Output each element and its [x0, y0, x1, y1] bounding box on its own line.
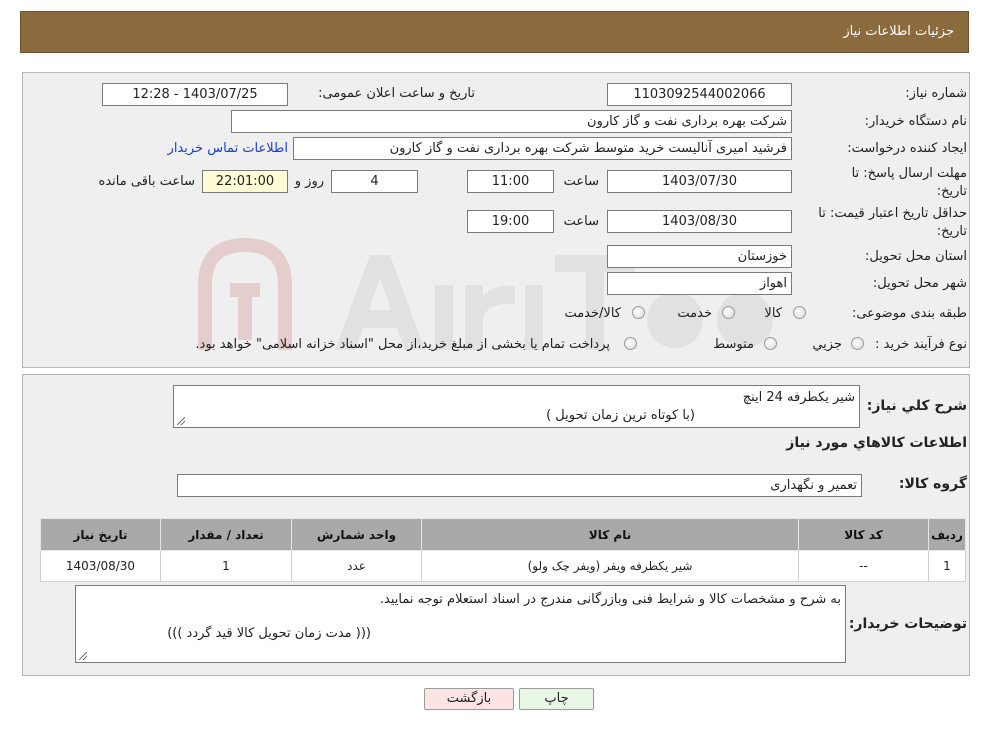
- process-medium-radio[interactable]: [764, 337, 777, 350]
- goods-group-field: تعمیر و نگهداری: [177, 474, 862, 497]
- price-validity-time-label: ساعت: [563, 214, 599, 229]
- col-unit: واحد شمارش: [291, 518, 422, 551]
- category-goods-service-label: کالا/خدمت: [564, 306, 621, 321]
- remaining-time-field: 22:01:00: [202, 170, 288, 193]
- cell-need-date: 1403/08/30: [40, 550, 161, 582]
- delivery-city-label: شهر محل تحویل:: [872, 276, 967, 291]
- deadline-date-field: 1403/07/30: [607, 170, 792, 193]
- purchase-process-label: نوع فرآیند خرید :: [875, 337, 967, 352]
- deadline-label: مهلت ارسال پاسخ: تا: [851, 166, 967, 181]
- announce-datetime-field: 1403/07/25 - 12:28: [102, 83, 288, 106]
- cell-unit: عدد: [291, 550, 422, 582]
- col-quantity: تعداد / مقدار: [160, 518, 292, 551]
- request-creator-field: فرشید امیری آنالیست خرید متوسط شرکت بهره…: [293, 137, 792, 160]
- buyer-org-label: نام دستگاه خریدار:: [864, 114, 967, 129]
- description-line-2: (با کوتاه ترین زمان تحویل ): [546, 408, 695, 423]
- required-goods-title: اطلاعات کالاهاي مورد نياز: [786, 435, 967, 451]
- general-description-label: شرح کلي نياز:: [866, 398, 967, 414]
- resize-grip-icon[interactable]: [177, 417, 185, 425]
- request-creator-label: ایجاد کننده درخواست:: [847, 141, 967, 156]
- price-validity-label-line2: تاریخ:: [936, 224, 967, 239]
- delivery-city-field: اهواز: [607, 272, 792, 295]
- process-minor-label: جزیي: [812, 337, 842, 352]
- treasury-payment-checkbox[interactable]: [624, 337, 637, 350]
- description-line-1: شیر یکطرفه 24 اینچ: [742, 390, 855, 405]
- table-row: 1 -- شیر یکطرفه ویفر (ویفر چک ولو) عدد 1…: [40, 550, 966, 582]
- col-goods-code: کد کالا: [798, 518, 929, 551]
- category-goods-radio[interactable]: [793, 306, 806, 319]
- process-medium-label: متوسط: [713, 337, 754, 352]
- buyer-notes-label: توضیحات خریدار:: [848, 616, 967, 632]
- goods-table: ردیف کد کالا نام کالا واحد شمارش تعداد /…: [40, 518, 966, 582]
- page-header: جزئیات اطلاعات نیاز: [20, 11, 969, 53]
- buyer-notes-line-1: به شرح و مشخصات کالا و شرایط فنی وبازرگا…: [379, 592, 841, 607]
- goods-group-label: گروه کالا:: [898, 476, 967, 492]
- need-number-label: شماره نیاز:: [905, 86, 967, 101]
- back-button[interactable]: بازگشت: [424, 688, 514, 710]
- price-validity-label: حداقل تاریخ اعتبار قیمت: تا: [818, 206, 967, 221]
- need-number-field: 1103092544002066: [607, 83, 792, 106]
- resize-grip-icon[interactable]: [79, 652, 87, 660]
- price-validity-time-field: 19:00: [467, 210, 554, 233]
- days-label: روز و: [294, 174, 324, 189]
- announce-datetime-label: تاریخ و ساعت اعلان عمومی:: [318, 86, 475, 101]
- treasury-payment-note: پرداخت تمام یا بخشی از مبلغ خرید،از محل …: [195, 337, 610, 352]
- deadline-label-line2: تاریخ:: [936, 184, 967, 199]
- category-goods-service-radio[interactable]: [632, 306, 645, 319]
- delivery-province-label: استان محل تحویل:: [865, 249, 967, 264]
- cell-quantity: 1: [160, 550, 292, 582]
- delivery-province-field: خوزستان: [607, 245, 792, 268]
- col-need-date: تاریخ نیاز: [40, 518, 161, 551]
- general-description-field: شیر یکطرفه 24 اینچ (با کوتاه ترین زمان ت…: [173, 385, 860, 428]
- print-button[interactable]: چاپ: [519, 688, 594, 710]
- remaining-time-label: ساعت باقی مانده: [98, 174, 195, 189]
- category-service-radio[interactable]: [722, 306, 735, 319]
- category-goods-label: کالا: [764, 306, 782, 321]
- process-minor-radio[interactable]: [851, 337, 864, 350]
- buyer-contact-link[interactable]: اطلاعات تماس خریدار: [168, 141, 288, 156]
- category-service-label: خدمت: [677, 306, 712, 321]
- remaining-days-field: 4: [331, 170, 418, 193]
- buyer-org-field: شرکت بهره برداری نفت و گاز کارون: [231, 110, 792, 133]
- page-title: جزئیات اطلاعات نیاز: [843, 24, 954, 39]
- col-goods-name: نام کالا: [421, 518, 799, 551]
- buyer-notes-field: به شرح و مشخصات کالا و شرایط فنی وبازرگا…: [75, 585, 846, 663]
- buyer-notes-line-2: ((( مدت زمان تحویل کالا قید گردد ))): [167, 626, 371, 641]
- subject-category-label: طبقه بندی موضوعی:: [851, 306, 967, 321]
- deadline-time-field: 11:00: [467, 170, 554, 193]
- goods-table-header: ردیف کد کالا نام کالا واحد شمارش تعداد /…: [40, 518, 966, 551]
- col-row-number: ردیف: [928, 518, 966, 551]
- deadline-time-label: ساعت: [563, 174, 599, 189]
- cell-row-number: 1: [928, 550, 966, 582]
- cell-goods-name: شیر یکطرفه ویفر (ویفر چک ولو): [421, 550, 799, 582]
- price-validity-date-field: 1403/08/30: [607, 210, 792, 233]
- cell-goods-code: --: [798, 550, 929, 582]
